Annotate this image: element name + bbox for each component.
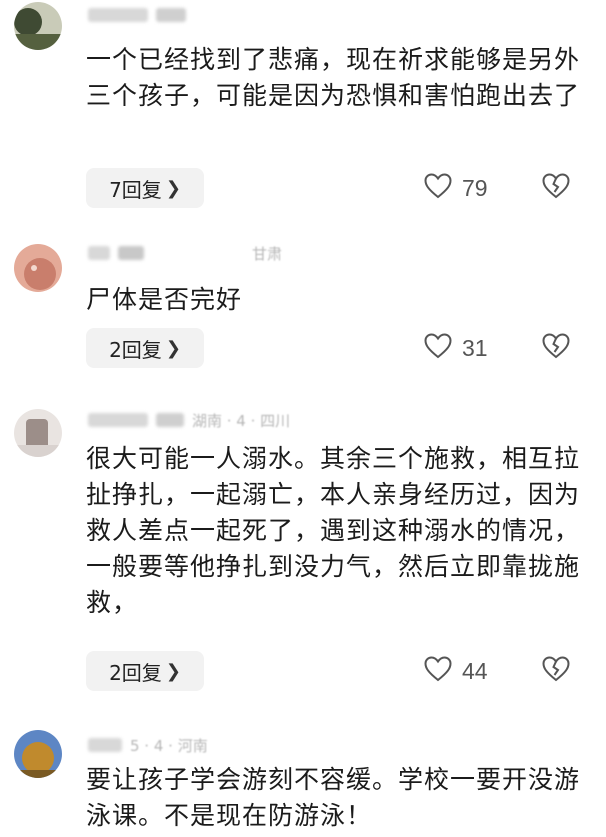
comment-item: 一个已经找到了悲痛，现在祈求能够是另外三个孩子，可能是因为恐惧和害怕跑出去了 7…	[0, 0, 606, 220]
replies-label: 7回复	[109, 177, 162, 202]
avatar[interactable]	[14, 409, 62, 457]
replies-button[interactable]: 7回复 ❯	[86, 168, 204, 208]
comment-text: 尸体是否完好	[86, 285, 243, 314]
dislike-button[interactable]	[540, 328, 572, 368]
avatar[interactable]	[14, 730, 62, 778]
broken-heart-icon	[542, 333, 570, 363]
like-count: 31	[462, 334, 488, 361]
broken-heart-icon	[542, 656, 570, 686]
heart-outline-icon	[424, 173, 452, 203]
dislike-button[interactable]	[540, 168, 572, 208]
comment-meta: 甘肃	[88, 242, 282, 264]
like-button[interactable]: 79	[424, 168, 514, 208]
replies-button[interactable]: 2回复 ❯	[86, 328, 204, 368]
like-button[interactable]: 44	[424, 651, 514, 691]
comment-item: 5 · 4 · 河南 要让孩子学会游刻不容缓。学校一要开没游泳课。不是现在防游泳…	[0, 720, 606, 837]
like-button[interactable]: 31	[424, 328, 514, 368]
like-count: 79	[462, 174, 488, 201]
comment-text: 很大可能一人溺水。其余三个施救，相互拉扯挣扎，一起溺亡，本人亲身经历过，因为救人…	[86, 444, 581, 617]
chevron-right-icon: ❯	[165, 337, 181, 359]
heart-outline-icon	[424, 656, 452, 686]
comment-item: 甘肃 尸体是否完好 2回复 ❯ 31	[0, 230, 606, 380]
comment-meta	[88, 4, 194, 26]
like-count: 44	[462, 657, 488, 684]
comment-text: 一个已经找到了悲痛，现在祈求能够是另外三个孩子，可能是因为恐惧和害怕跑出去了	[86, 45, 581, 110]
replies-label: 2回复	[109, 337, 162, 362]
comment-meta: 5 · 4 · 河南	[88, 734, 208, 756]
comment-item: 湖南 · 4 · 四川 很大可能一人溺水。其余三个施救，相互拉扯挣扎，一起溺亡，…	[0, 395, 606, 705]
comment-meta: 湖南 · 4 · 四川	[88, 409, 290, 431]
broken-heart-icon	[542, 173, 570, 203]
replies-label: 2回复	[109, 660, 162, 685]
avatar[interactable]	[14, 244, 62, 292]
chevron-right-icon: ❯	[165, 660, 181, 682]
comment-text: 要让孩子学会游刻不容缓。学校一要开没游泳课。不是现在防游泳！	[86, 765, 581, 830]
chevron-right-icon: ❯	[165, 177, 181, 199]
heart-outline-icon	[424, 333, 452, 363]
avatar[interactable]	[14, 2, 62, 50]
replies-button[interactable]: 2回复 ❯	[86, 651, 204, 691]
dislike-button[interactable]	[540, 651, 572, 691]
